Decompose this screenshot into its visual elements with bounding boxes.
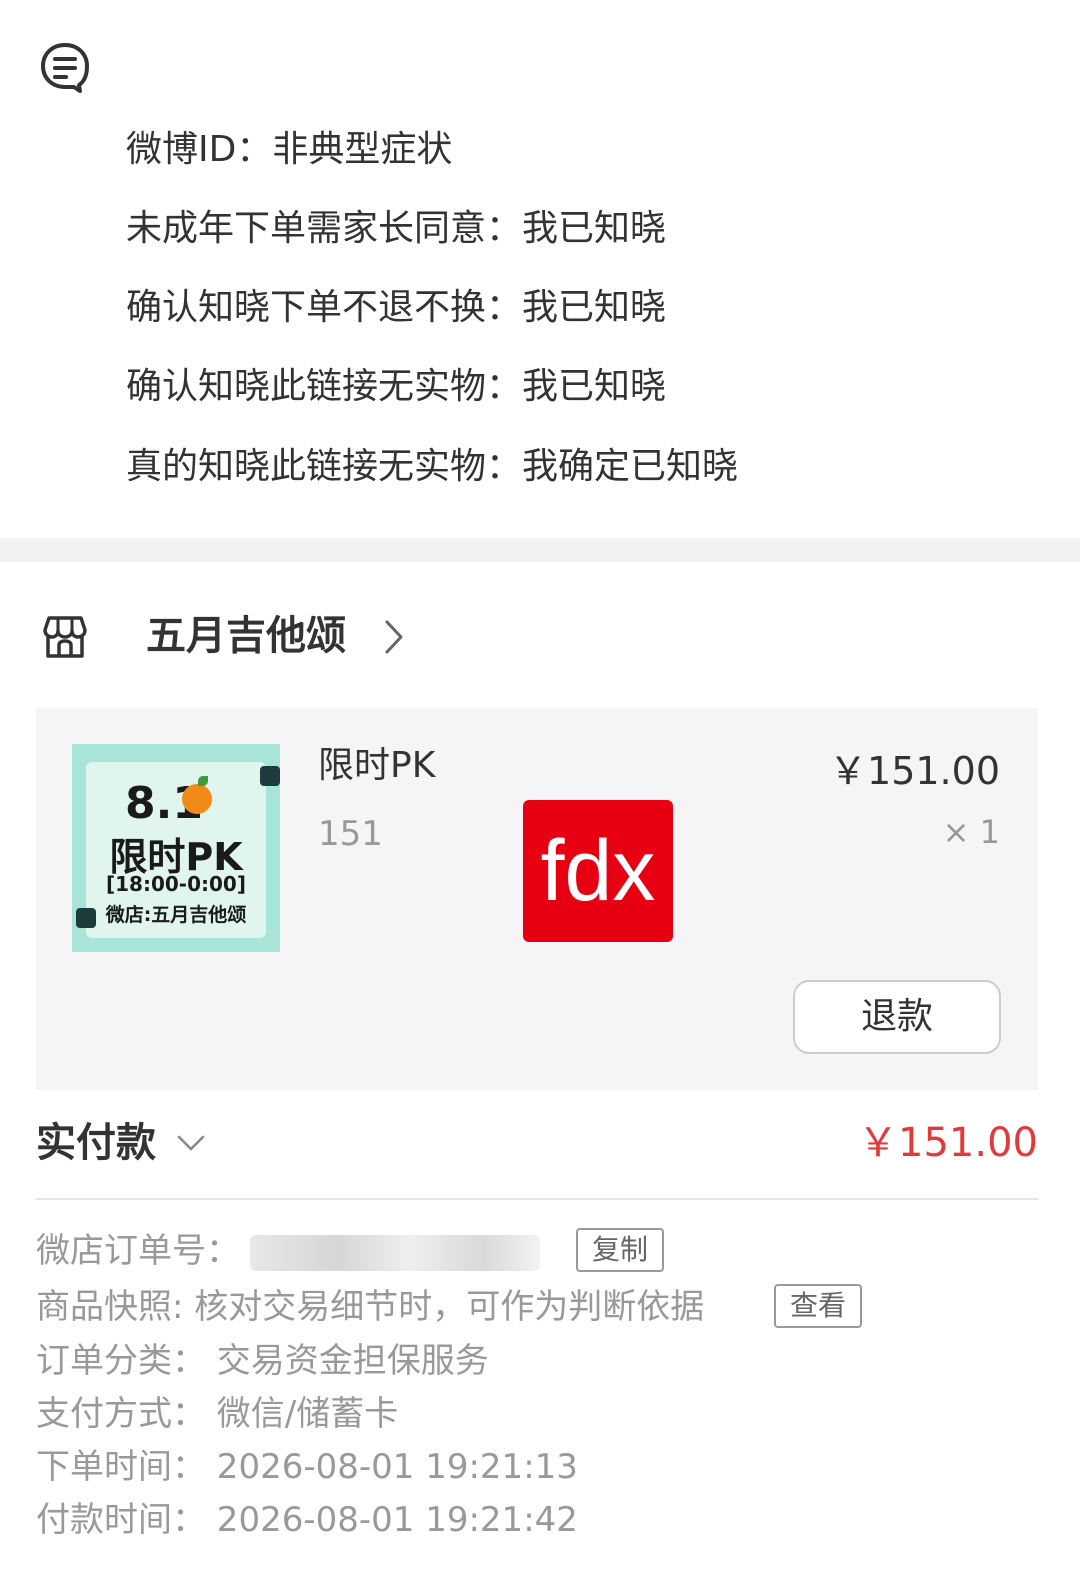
- order-number-redacted: [250, 1234, 540, 1271]
- leaf-icon: [198, 776, 208, 786]
- order-number-row: 微店订单号：: [36, 1230, 540, 1272]
- section-separator: [0, 538, 1080, 562]
- remark-no-physical: 确认知晓此链接无实物：我已知晓: [126, 366, 667, 407]
- item-title[interactable]: 限时PK: [318, 744, 435, 788]
- remark-confirm-no-physical: 真的知晓此链接无实物：我确定已知晓: [126, 446, 739, 487]
- view-snapshot-button[interactable]: 查看: [774, 1284, 862, 1328]
- order-number-label: 微店订单号：: [36, 1231, 240, 1271]
- payment-method: 支付方式： 微信/储蓄卡: [36, 1394, 399, 1434]
- order-item-card[interactable]: 8.1 限时PK [18:00-0:00] 微店:五月吉他颂 限时PK 151 …: [36, 708, 1038, 1090]
- item-sku: 151: [318, 814, 383, 854]
- thumbnail-time: [18:00-0:00]: [106, 872, 246, 896]
- shop-header[interactable]: 五月吉他颂: [0, 588, 1080, 684]
- copy-button[interactable]: 复制: [576, 1228, 664, 1272]
- thumbnail-date: 8.1: [125, 778, 203, 829]
- thumbnail-shop: 微店:五月吉他颂: [105, 904, 247, 926]
- fdx-logo: fdx: [523, 800, 673, 942]
- chevron-down-icon[interactable]: [176, 1128, 206, 1158]
- payment-time: 付款时间： 2026-08-01 19:21:42: [36, 1500, 578, 1540]
- remark-minor-consent: 未成年下单需家长同意：我已知晓: [126, 208, 667, 249]
- note-icon: [41, 43, 89, 93]
- paid-amount: ￥151.00: [858, 1120, 1038, 1166]
- snapshot-row: 商品快照: 核对交易细节时，可作为判断依据: [36, 1287, 705, 1327]
- remark-no-return: 确认知晓下单不退不换：我已知晓: [126, 287, 667, 328]
- orange-icon: [182, 784, 212, 814]
- item-price: ￥151.00: [829, 749, 1000, 793]
- paid-amount-label[interactable]: 实付款: [36, 1118, 156, 1168]
- order-time: 下单时间： 2026-08-01 19:21:13: [36, 1447, 578, 1487]
- item-quantity: × 1: [942, 813, 1000, 851]
- shop-icon: [43, 616, 87, 658]
- shop-name[interactable]: 五月吉他颂: [146, 612, 346, 660]
- divider: [36, 1198, 1038, 1200]
- order-remarks-section: 微博ID：非典型症状 未成年下单需家长同意：我已知晓 确认知晓下单不退不换：我已…: [0, 0, 1080, 538]
- payment-row[interactable]: 实付款 ￥151.00: [36, 1110, 1038, 1180]
- product-thumbnail[interactable]: 8.1 限时PK [18:00-0:00] 微店:五月吉他颂: [72, 744, 280, 952]
- refund-button[interactable]: 退款: [793, 980, 1001, 1054]
- chevron-right-icon: [385, 620, 403, 654]
- order-category: 订单分类： 交易资金担保服务: [36, 1341, 489, 1381]
- remark-weibo-id: 微博ID：非典型症状: [126, 129, 453, 170]
